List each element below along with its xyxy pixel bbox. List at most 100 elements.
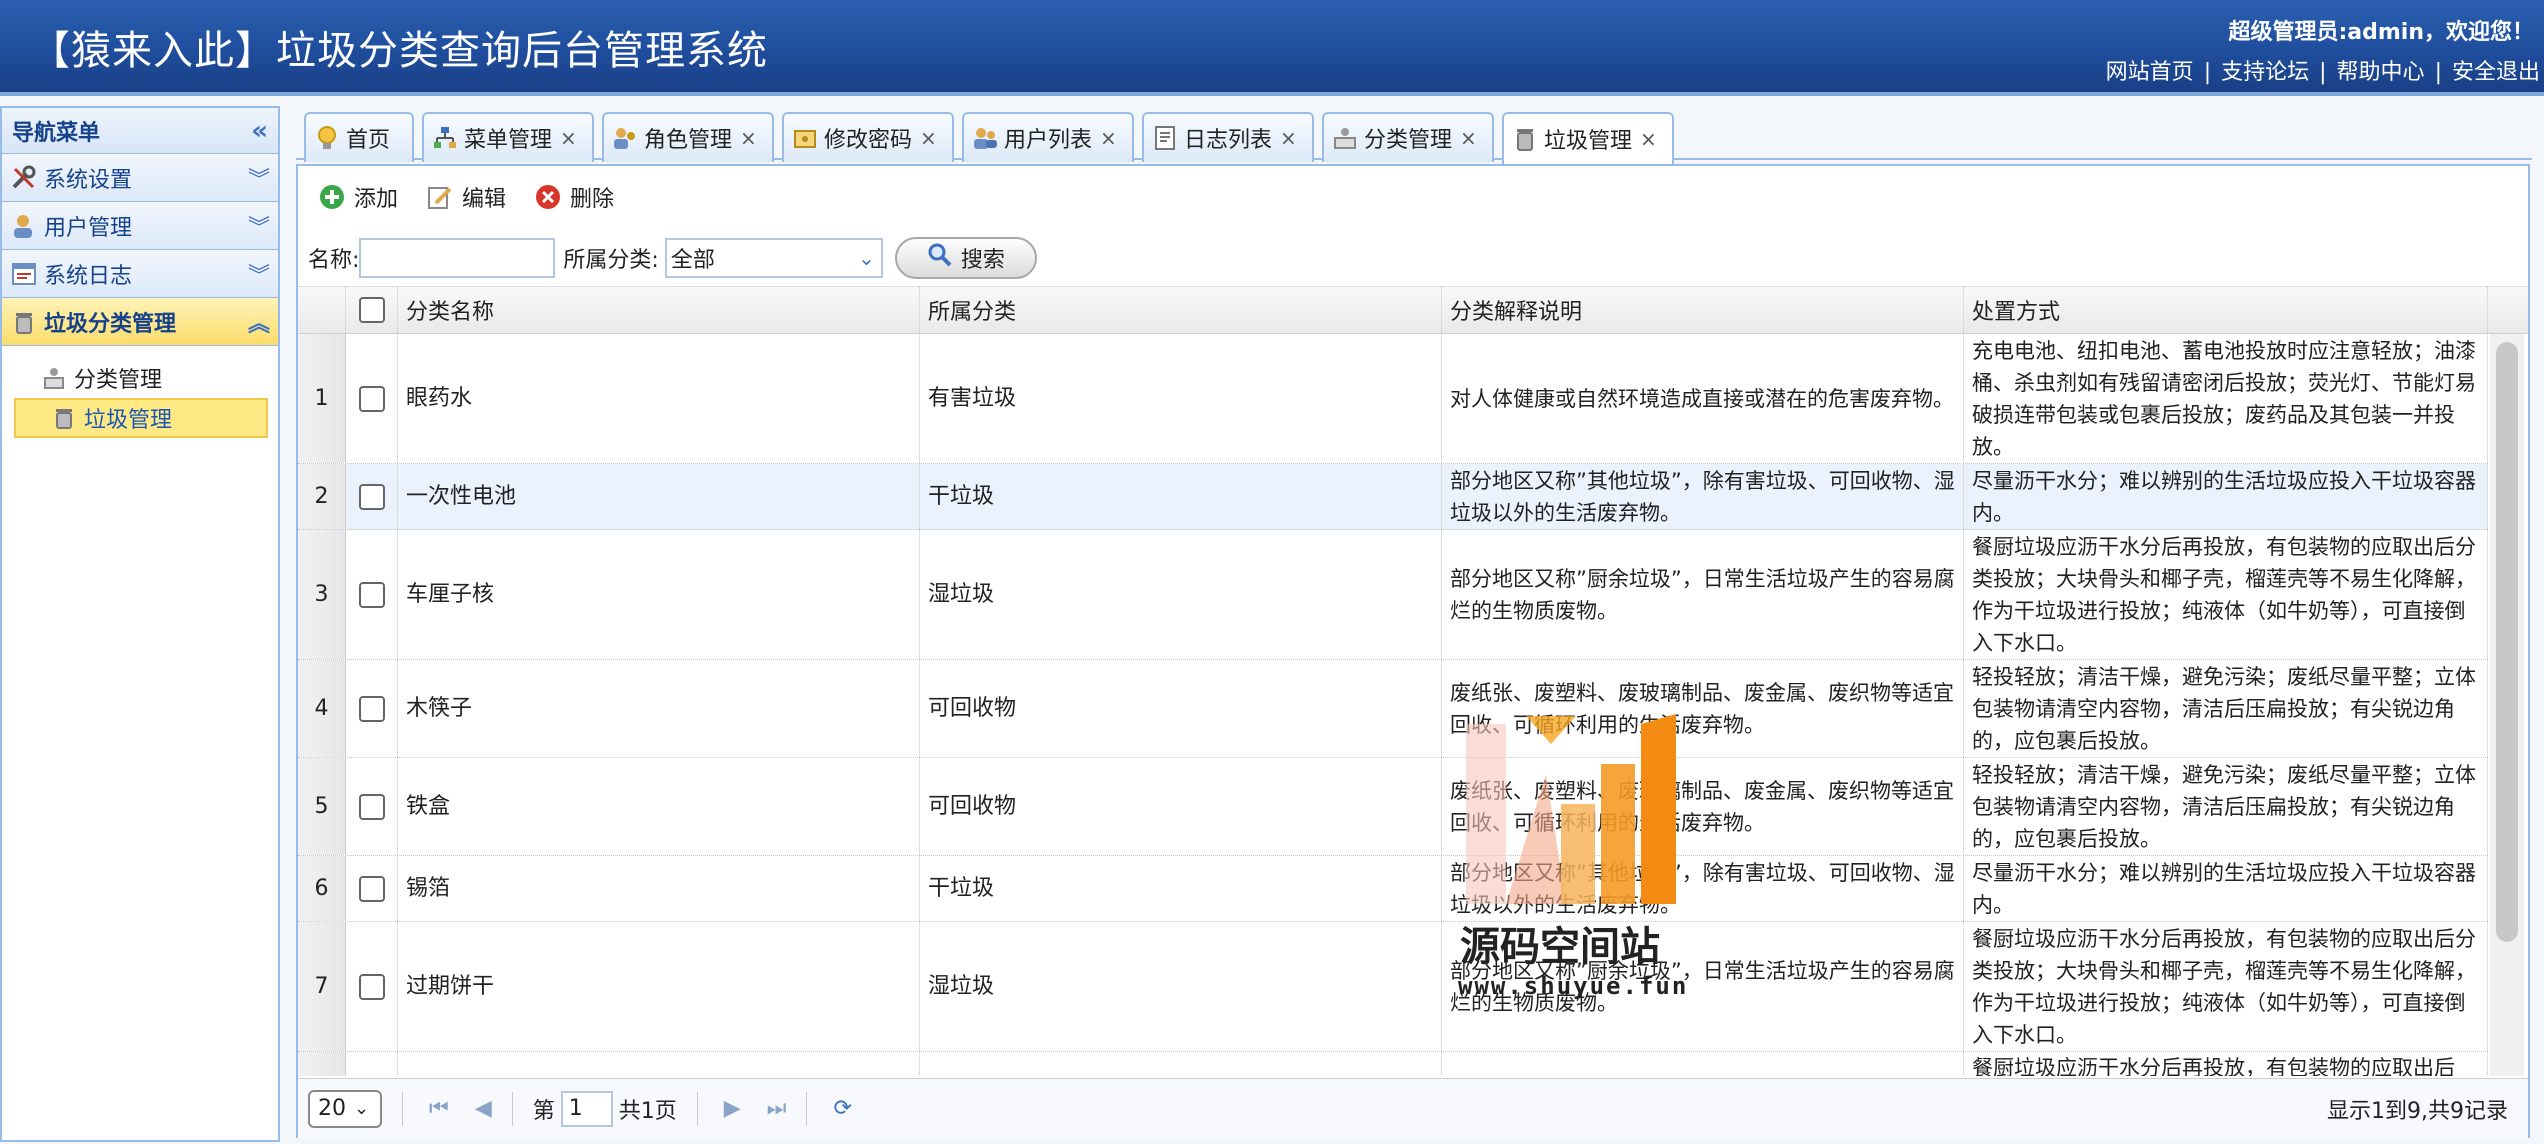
pagination-bar: 20 ⌄ ⏮ ◀ 第 1 共1页 ▶ ⏭ ⟳ 显示1到9,共9记录 bbox=[298, 1078, 2528, 1138]
row-checkbox[interactable] bbox=[358, 581, 385, 608]
sidebar-item-category-management[interactable]: 分类管理 bbox=[2, 358, 278, 398]
row-select-cell bbox=[346, 758, 398, 855]
menu-garbage-classification[interactable]: 垃圾分类管理 ︽ bbox=[2, 298, 278, 346]
row-number: 2 bbox=[298, 464, 346, 529]
page-total: 共1页 bbox=[618, 1098, 677, 1124]
name-search-input[interactable] bbox=[359, 238, 556, 278]
category-label: 所属分类: bbox=[563, 248, 659, 273]
cell-disposal: 尽量沥干水分；难以辨别的生活垃圾应投入干垃圾容器内。 bbox=[1964, 856, 2488, 921]
menu-user-management[interactable]: 用户管理 ︾ bbox=[2, 202, 278, 250]
close-icon[interactable]: × bbox=[1640, 127, 1657, 151]
app-header: 【猿来入此】垃圾分类查询后台管理系统 超级管理员:admin，欢迎您！ 网站首页… bbox=[0, 0, 2544, 96]
close-icon[interactable]: × bbox=[1280, 126, 1297, 150]
close-icon[interactable]: × bbox=[560, 126, 577, 150]
table-row[interactable]: 3 车厘子核 湿垃圾 部分地区又称”厨余垃圾”，日常生活垃圾产生的容易腐烂的生物质废物… bbox=[298, 530, 2488, 660]
last-page-icon[interactable]: ⏭ bbox=[767, 1096, 787, 1121]
tab-category-management[interactable]: 分类管理 × bbox=[1322, 112, 1494, 162]
vertical-scrollbar[interactable] bbox=[2490, 334, 2524, 1076]
collapse-sidebar-icon[interactable]: « bbox=[251, 116, 268, 146]
table-row[interactable]: 5铁盒可回收物废纸张、废塑料、废玻璃制品、废金属、废织物等适宜回收、可循环利用的… bbox=[298, 758, 2488, 856]
tab-home[interactable]: 首页 bbox=[304, 112, 414, 162]
nav-sidebar: 导航菜单 « 系统设置 ︾ 用户管理 ︾ 系统日志 ︾ 垃圾分类管理 ︽ 分类管… bbox=[0, 106, 280, 1142]
search-button-label: 搜索 bbox=[960, 248, 1005, 273]
cell-name: 锡箔 bbox=[398, 856, 920, 921]
next-page-icon[interactable]: ▶ bbox=[724, 1096, 741, 1121]
select-all-checkbox[interactable] bbox=[358, 297, 385, 323]
row-checkbox[interactable] bbox=[358, 875, 385, 902]
delete-button[interactable]: 删除 bbox=[534, 181, 614, 213]
table-row[interactable]: 餐厨垃圾应沥干水分后再投放，有包装物的应取出后 bbox=[298, 1052, 2488, 1076]
expand-chevron-icon[interactable]: ︾ bbox=[248, 162, 270, 194]
expand-chevron-icon[interactable]: ︾ bbox=[248, 210, 270, 242]
support-forum-link[interactable]: 支持论坛 bbox=[2221, 60, 2309, 85]
tab-change-password[interactable]: 修改密码 × bbox=[782, 112, 954, 162]
refresh-icon[interactable]: ⟳ bbox=[833, 1096, 851, 1121]
tab-user-list[interactable]: 用户列表 × bbox=[962, 112, 1134, 162]
header-links: 网站首页 | 支持论坛 | 帮助中心 | 安全退出 bbox=[2106, 54, 2540, 86]
menu-system-log[interactable]: 系统日志 ︾ bbox=[2, 250, 278, 298]
cell-category: 湿垃圾 bbox=[920, 530, 1442, 659]
tab-label: 日志列表 bbox=[1184, 128, 1273, 153]
close-icon[interactable]: × bbox=[920, 126, 937, 150]
close-icon[interactable]: × bbox=[1460, 126, 1477, 150]
column-header-disposal[interactable]: 处置方式 bbox=[1964, 287, 2488, 333]
link-separator: | bbox=[2434, 60, 2442, 85]
pager-divider bbox=[806, 1091, 808, 1126]
main-panel: 添加 编辑 删除 名称: 所属分类: 全部 ⌄ 搜索 分类名称 所属分类 分类解… bbox=[296, 164, 2530, 1138]
table-row[interactable]: 1 眼药水 有害垃圾 对人体健康或自然环境造成直接或潜在的危害废弃物。 充电电池、纽扣电… bbox=[298, 334, 2488, 464]
logout-link[interactable]: 安全退出 bbox=[2452, 60, 2540, 85]
user-lock-icon bbox=[10, 212, 38, 240]
edit-button[interactable]: 编辑 bbox=[426, 181, 506, 213]
row-checkbox[interactable] bbox=[358, 973, 385, 1000]
scrollbar-thumb[interactable] bbox=[2496, 342, 2518, 942]
row-checkbox[interactable] bbox=[358, 385, 385, 412]
tab-garbage-management[interactable]: 垃圾管理 × bbox=[1502, 112, 1674, 164]
select-all-cell bbox=[346, 287, 398, 333]
expand-chevron-icon[interactable]: ︾ bbox=[248, 258, 270, 290]
delete-icon bbox=[534, 183, 562, 211]
app-title: 【猿来入此】垃圾分类查询后台管理系统 bbox=[30, 28, 768, 74]
add-label: 添加 bbox=[354, 187, 399, 212]
chevron-down-icon: ⌄ bbox=[354, 1098, 370, 1119]
table-row[interactable]: 6 锡箔 干垃圾 部分地区又称”其他垃圾”，除有害垃圾、可回收物、湿垃圾以外的生活废弃… bbox=[298, 856, 2488, 922]
row-checkbox[interactable] bbox=[358, 793, 385, 820]
tab-log-list[interactable]: 日志列表 × bbox=[1142, 112, 1314, 162]
category-select[interactable]: 全部 ⌄ bbox=[664, 238, 883, 278]
table-row[interactable]: 2 一次性电池 干垃圾 部分地区又称”其他垃圾”，除有害垃圾、可回收物、湿垃圾以外的生… bbox=[298, 464, 2488, 530]
page-number-input[interactable]: 1 bbox=[560, 1090, 613, 1127]
close-icon[interactable]: × bbox=[1100, 126, 1117, 150]
row-checkbox[interactable] bbox=[358, 483, 385, 510]
close-icon[interactable]: × bbox=[740, 126, 757, 150]
site-home-link[interactable]: 网站首页 bbox=[2106, 60, 2194, 85]
search-button[interactable]: 搜索 bbox=[894, 237, 1037, 279]
add-button[interactable]: 添加 bbox=[318, 181, 398, 213]
sidebar-item-garbage-management[interactable]: 垃圾管理 bbox=[14, 398, 268, 438]
cell-explain bbox=[1442, 1052, 1964, 1076]
prev-page-icon[interactable]: ◀ bbox=[475, 1096, 492, 1121]
page-size-select[interactable]: 20 ⌄ bbox=[308, 1089, 382, 1128]
help-center-link[interactable]: 帮助中心 bbox=[2337, 60, 2425, 85]
column-header-name[interactable]: 分类名称 bbox=[398, 287, 920, 333]
link-separator: | bbox=[2203, 60, 2212, 85]
first-page-icon[interactable]: ⏮ bbox=[429, 1096, 449, 1121]
cell-explain: 对人体健康或自然环境造成直接或潜在的危害废弃物。 bbox=[1442, 334, 1964, 463]
menu-system-settings[interactable]: 系统设置 ︾ bbox=[2, 154, 278, 202]
link-separator: | bbox=[2319, 60, 2327, 85]
table-row[interactable]: 7 过期饼干 湿垃圾 部分地区又称”厨余垃圾”，日常生活垃圾产生的容易腐烂的生物质废物… bbox=[298, 922, 2488, 1052]
tab-menu-management[interactable]: 菜单管理 × bbox=[422, 112, 594, 162]
tab-role-management[interactable]: 角色管理 × bbox=[602, 112, 774, 162]
cell-disposal: 餐厨垃圾应沥干水分后再投放，有包装物的应取出后 bbox=[1964, 1052, 2488, 1076]
row-number: 4 bbox=[298, 660, 346, 757]
cell-name: 一次性电池 bbox=[398, 464, 920, 529]
cell-name: 木筷子 bbox=[398, 660, 920, 757]
collapse-chevron-icon[interactable]: ︽ bbox=[248, 306, 270, 338]
row-select-cell bbox=[346, 334, 398, 463]
table-row[interactable]: 4 木筷子 可回收物 废纸张、废塑料、废玻璃制品、废金属、废织物等适宜回收、可循环利用… bbox=[298, 660, 2488, 758]
toolbar: 添加 编辑 删除 bbox=[318, 176, 642, 218]
column-header-category[interactable]: 所属分类 bbox=[920, 287, 1442, 333]
trash-can-icon bbox=[10, 308, 38, 336]
watermark-url: www.shuyue.fun bbox=[1458, 972, 1689, 1000]
row-select-cell bbox=[346, 464, 398, 529]
column-header-explanation[interactable]: 分类解释说明 bbox=[1442, 287, 1964, 333]
row-checkbox[interactable] bbox=[358, 695, 385, 722]
